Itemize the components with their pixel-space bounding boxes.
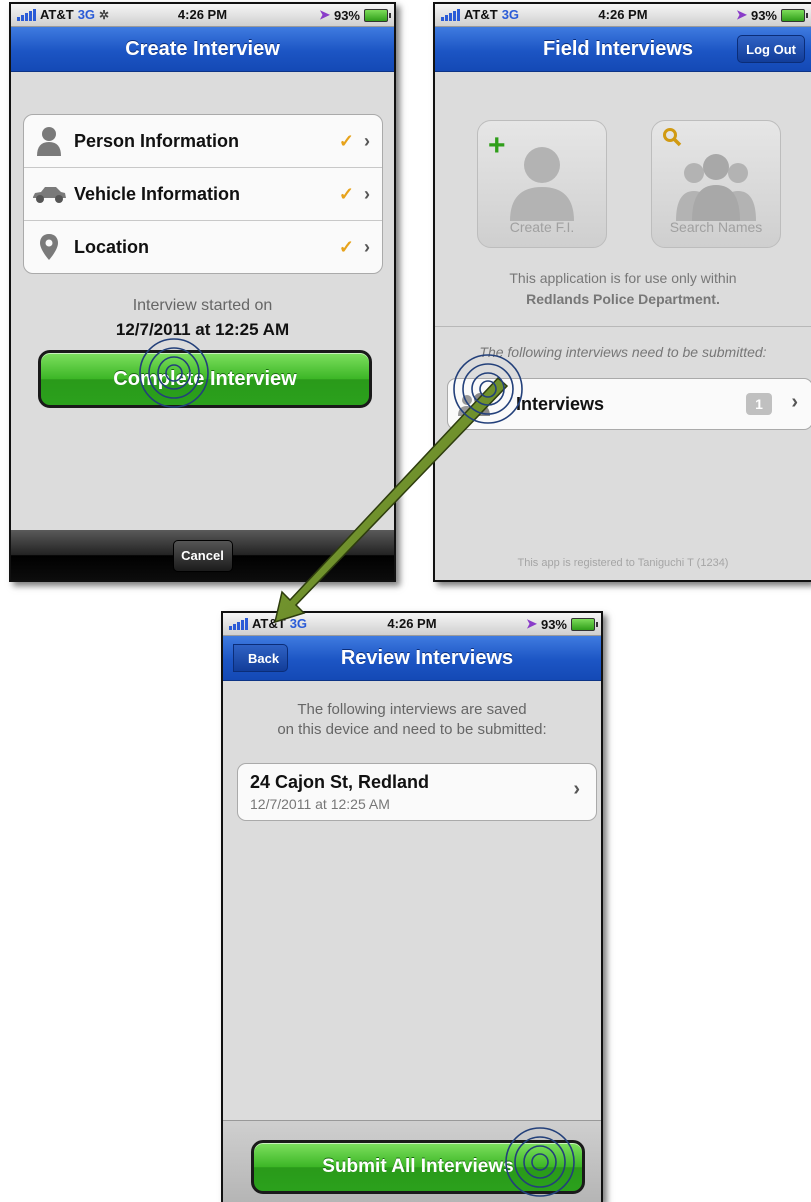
flow-arrow (273, 376, 509, 624)
arrow-shape (273, 376, 509, 624)
